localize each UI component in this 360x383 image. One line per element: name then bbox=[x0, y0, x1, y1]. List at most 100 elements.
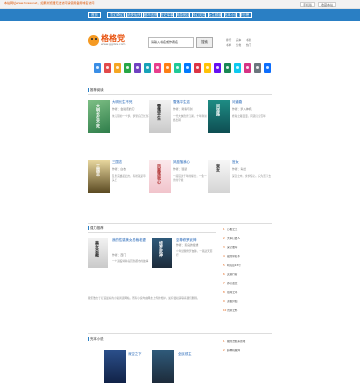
book-cover[interactable]: 雪落平生 bbox=[149, 100, 171, 133]
featured-book-card[interactable]: 修罗武神 至尊修罗武神 作者：善良的蜜蜂 少年觉醒修罗血脉，一路逆天而行 bbox=[152, 238, 216, 298]
book-author: 作者：善良的蜜蜂 bbox=[176, 243, 199, 247]
book-cover[interactable]: 问道路 bbox=[208, 100, 230, 133]
book-title[interactable]: 全民领主 bbox=[178, 352, 192, 356]
category-icon[interactable] bbox=[154, 63, 161, 73]
book-title[interactable]: 三国志 bbox=[112, 160, 122, 164]
section-divider bbox=[88, 333, 272, 334]
book-desc: 一个退役特种兵回到都市的故事 bbox=[112, 260, 149, 263]
quick-link-completed[interactable]: 完本 bbox=[236, 39, 246, 42]
category-icon[interactable] bbox=[174, 63, 181, 73]
ranking-item[interactable]: 6 灵境行者 bbox=[223, 273, 273, 276]
ranking-item[interactable]: 3 深空彼岸 bbox=[223, 246, 273, 249]
ranking-item[interactable]: 1 我的治愈系游戏 bbox=[223, 340, 273, 343]
book-title[interactable]: 宫女 bbox=[232, 160, 239, 164]
quick-link-lists[interactable]: 书单 bbox=[226, 44, 236, 47]
quick-link-ranking[interactable]: 排行 bbox=[226, 39, 236, 42]
book-cover[interactable]: 美女总裁 bbox=[88, 238, 108, 268]
ranking-item[interactable]: 1 万相之王 bbox=[223, 228, 273, 231]
ranking-item[interactable]: 2 超神机械师 bbox=[223, 349, 273, 352]
book-desc: 一段错过千年的缘分，一生一世的守候 bbox=[173, 175, 207, 182]
category-icon[interactable] bbox=[94, 63, 101, 73]
category-icon[interactable] bbox=[244, 63, 251, 73]
book-card[interactable]: 宫女 宫女 作者：青丝 深宫之中，步步惊心，只为活下去 bbox=[208, 160, 294, 220]
category-icon[interactable] bbox=[224, 63, 231, 73]
ranking-item[interactable]: 4 夜的命名术 bbox=[223, 255, 273, 258]
category-icon[interactable] bbox=[254, 63, 261, 73]
book-title[interactable]: 问道路 bbox=[232, 100, 242, 104]
cover-title: 修罗武神 bbox=[159, 241, 164, 257]
cover-title: 凤凰落我心 bbox=[157, 164, 162, 184]
book-author: 作者：锦瑟 bbox=[173, 167, 187, 171]
category-icon[interactable] bbox=[144, 63, 151, 73]
cover-title: 宫女 bbox=[216, 164, 221, 172]
mobile-version-button[interactable]: 手机版 bbox=[300, 2, 316, 7]
book-title[interactable]: 至尊修罗武神 bbox=[176, 238, 196, 242]
book-title[interactable]: 雪落平生遗 bbox=[173, 100, 190, 104]
book-cover[interactable] bbox=[152, 350, 174, 383]
category-icon[interactable] bbox=[184, 63, 191, 73]
book-desc: 深宫之中，步步惊心，只为活下去 bbox=[232, 175, 271, 178]
book-cover[interactable]: 大明长生不死 bbox=[88, 100, 110, 133]
book-title[interactable]: 我的性感美女总裁老婆 bbox=[112, 238, 146, 242]
book-author: 作者：白衣 bbox=[112, 167, 126, 171]
category-icon[interactable] bbox=[194, 63, 201, 73]
book-author: 作者：西门 bbox=[112, 253, 126, 257]
ranking-item[interactable]: 2 大奉打更人 bbox=[223, 237, 273, 240]
cover-title: 雪落平生 bbox=[157, 104, 162, 120]
cover-title: 美女总裁 bbox=[95, 241, 100, 257]
section-divider bbox=[88, 94, 272, 95]
book-cover[interactable]: 宫女 bbox=[208, 160, 230, 193]
main-nav: 首页 玄幻奇幻 武侠仙侠 都市言情 历史军事 网游竞技 科幻灵异 女生频道 完本… bbox=[0, 9, 360, 21]
nav-ranking[interactable]: 排行榜 bbox=[236, 12, 253, 18]
section-divider bbox=[88, 223, 272, 224]
book-author: 作者：刺客与剑 bbox=[173, 107, 193, 111]
quick-link-hot[interactable]: 热门 bbox=[246, 44, 256, 47]
category-icon[interactable] bbox=[214, 63, 221, 73]
featured-book-card[interactable]: 美女总裁 我的性感美女总裁老婆 作者：西门 一个退役特种兵回到都市的故事 bbox=[88, 238, 152, 298]
category-icon[interactable] bbox=[104, 63, 111, 73]
category-icon[interactable] bbox=[164, 63, 171, 73]
cover-title: 问道路 bbox=[216, 104, 221, 116]
ranking-item[interactable]: 8 宿命之环 bbox=[223, 291, 273, 294]
ranking-item[interactable]: 7 赤心巡天 bbox=[223, 282, 273, 285]
book-cover[interactable] bbox=[104, 350, 126, 383]
book-title[interactable]: 凤凰落我心 bbox=[173, 160, 190, 164]
book-author: 作者：青丝 bbox=[232, 167, 246, 171]
site-description: 我们致力于打造最好的小说阅读网站，所有小说均由网友上传并维护，如有侵权请联系我们… bbox=[88, 297, 200, 300]
logo-mascot-icon bbox=[88, 35, 99, 46]
book-title[interactable]: 大明长生不死 bbox=[112, 100, 132, 104]
book-title[interactable]: 深空之下 bbox=[128, 352, 142, 356]
book-desc: 少年觉醒修罗血脉，一路逆天而行 bbox=[176, 250, 213, 257]
book-cover[interactable]: 三国志 bbox=[88, 160, 110, 193]
ranking-item[interactable]: 10光阴之外 bbox=[223, 309, 273, 312]
book-cover[interactable]: 修罗武神 bbox=[152, 238, 172, 268]
bookmark-site-button[interactable]: 收藏本站 bbox=[318, 2, 337, 7]
category-icon[interactable] bbox=[234, 63, 241, 73]
category-icon[interactable] bbox=[114, 63, 121, 73]
book-desc: 修真之路漫漫，问道红尘百年 bbox=[232, 115, 266, 118]
ranking-item[interactable]: 5 明克街13号 bbox=[223, 264, 273, 267]
section-divider bbox=[88, 232, 216, 233]
ranking-list: 1 万相之王 2 大奉打更人 3 深空彼岸 4 夜的命名术 5 明克街13号 6 灵境行者 … bbox=[223, 228, 273, 312]
category-icon[interactable] bbox=[264, 63, 271, 73]
cover-title: 三国志 bbox=[96, 164, 101, 176]
logo-url: www.ggdxs.com bbox=[101, 42, 126, 46]
category-icon[interactable] bbox=[124, 63, 131, 73]
nav-home[interactable]: 首页 bbox=[88, 12, 101, 18]
category-icon[interactable] bbox=[204, 63, 211, 73]
section-title-completed: 完本小说 bbox=[88, 337, 104, 342]
book-cover[interactable]: 凤凰落我心 bbox=[149, 160, 171, 193]
cover-title: 大明长生不死 bbox=[96, 104, 101, 128]
book-desc: 乱世英雄起四方，有枪就是草头王 bbox=[112, 175, 146, 182]
book-card[interactable]: 问道路 问道路 作者：梦入神机 修真之路漫漫，问道红尘百年 bbox=[208, 100, 294, 160]
notice-text: 本站网址www.hxsw.net，如果浏览器无法访问请使用备用域名访问 bbox=[4, 1, 95, 5]
quick-link-shelf[interactable]: 书架 bbox=[246, 39, 256, 42]
ranking-item[interactable]: 9 道诡异仙 bbox=[223, 300, 273, 303]
section-title-recommended: 推荐阅读 bbox=[88, 88, 104, 93]
quick-link-category[interactable]: 分类 bbox=[236, 44, 246, 47]
book-desc: 一代大侠隐世江湖，十年寒剑终出鞘 bbox=[173, 115, 207, 122]
search-input[interactable]: 请输入书名或作者名 bbox=[148, 37, 194, 48]
section-title-featured: 强力推荐 bbox=[88, 226, 104, 231]
category-icon[interactable] bbox=[134, 63, 141, 73]
search-button[interactable]: 搜索 bbox=[196, 37, 213, 48]
